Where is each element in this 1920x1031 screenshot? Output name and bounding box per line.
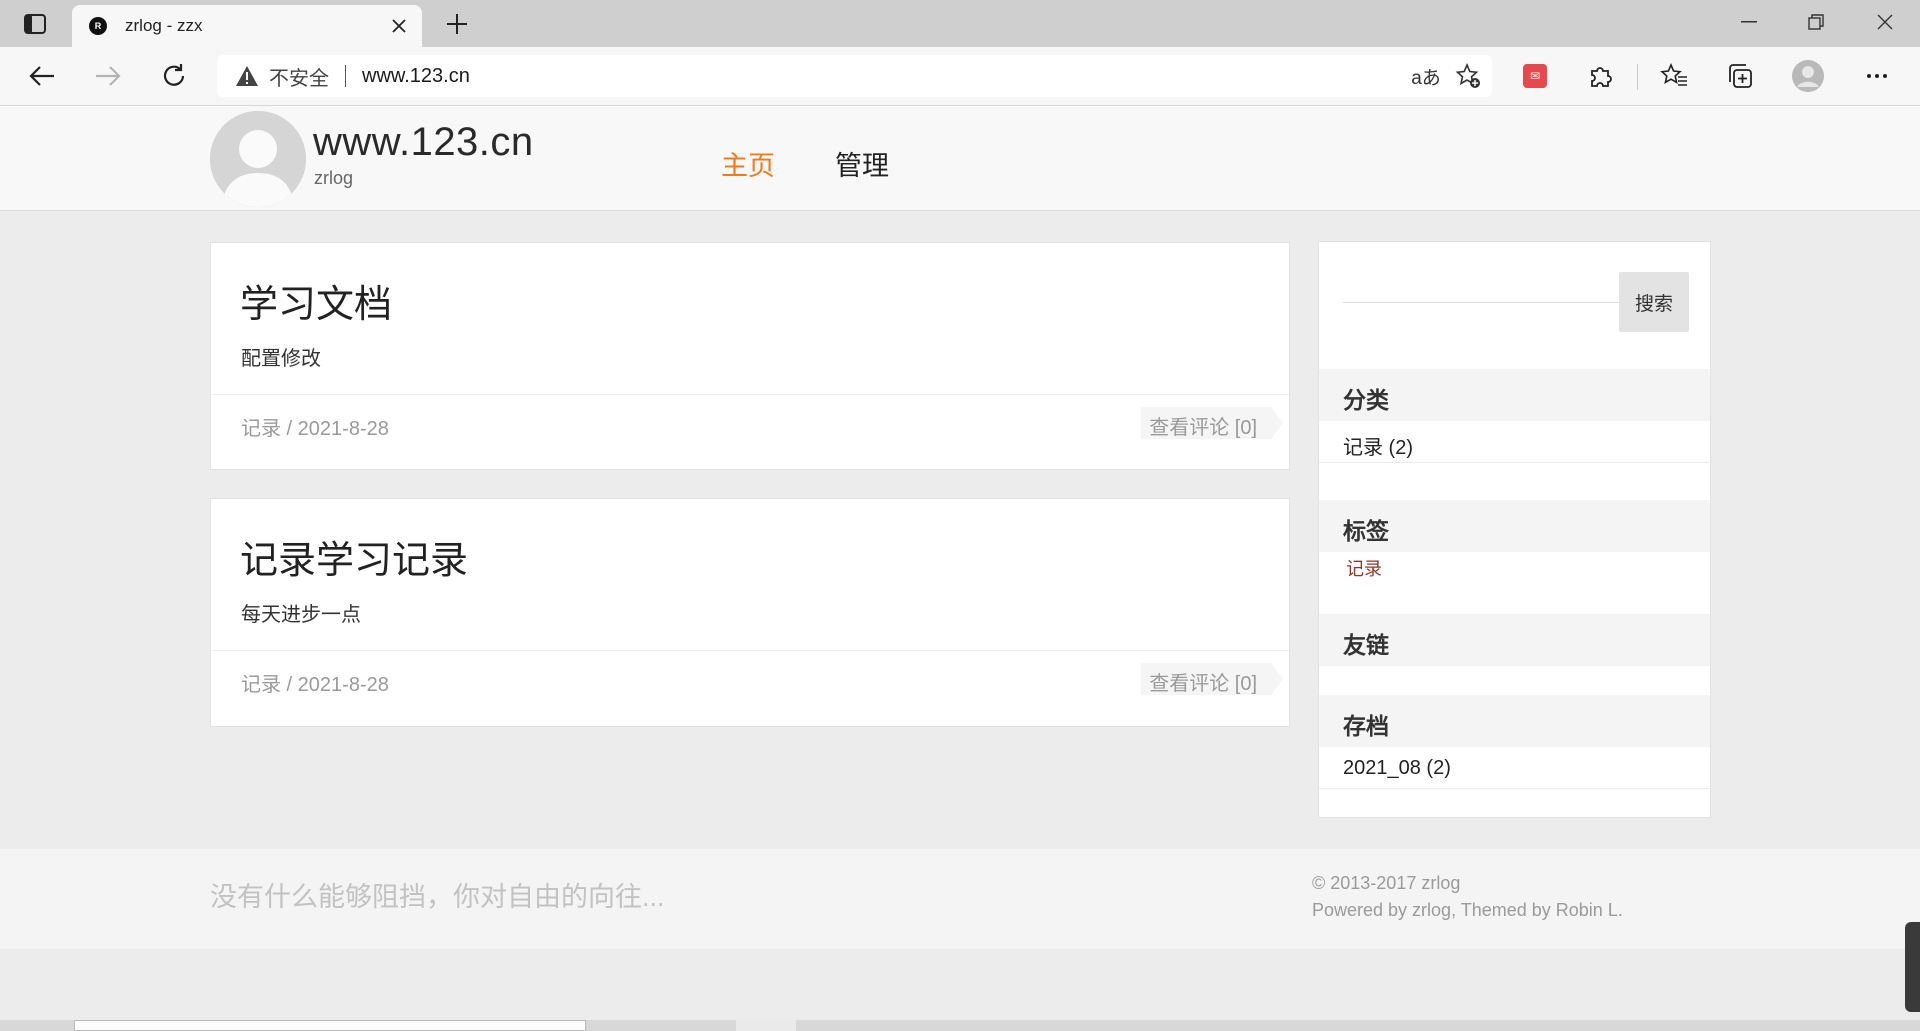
post-card: 学习文档 配置修改 记录 / 2021-8-28 查看评论 [0] — [210, 242, 1290, 470]
site-subtitle: zrlog — [314, 168, 354, 188]
post-card: 记录学习记录 每天进步一点 记录 / 2021-8-28 查看评论 [0] — [210, 498, 1290, 727]
address-divider — [345, 65, 346, 87]
widget-header-tags: 标签 — [1319, 500, 1710, 552]
widget-header-archives: 存档 — [1319, 695, 1710, 747]
page-content: www.123.cn zrlog 主页 管理 学习文档 配置修改 记录 / 20… — [0, 106, 1920, 1031]
view-comments-link[interactable]: 查看评论 [0] — [1141, 407, 1283, 439]
toolbar-divider — [1637, 64, 1638, 90]
sidebar: 搜索 分类 记录 (2) 标签 记录 友链 存档 2021_08 (2) — [1318, 241, 1711, 818]
forward-arrow-icon[interactable] — [88, 57, 128, 95]
post-meta[interactable]: 记录 / 2021-8-28 — [241, 412, 389, 441]
profile-avatar-icon[interactable] — [1788, 57, 1828, 95]
new-tab-icon[interactable] — [440, 8, 474, 40]
post-summary: 每天进步一点 — [241, 604, 361, 626]
category-item[interactable]: 记录 (2) — [1343, 431, 1413, 460]
post-title[interactable]: 记录学习记录 — [240, 529, 468, 584]
taskbar-search-box[interactable] — [74, 1020, 586, 1031]
widget-header-categories: 分类 — [1319, 369, 1710, 421]
extensions-puzzle-icon[interactable] — [1581, 57, 1621, 95]
taskbar — [0, 1020, 1920, 1031]
widget-title: 存档 — [1343, 713, 1389, 739]
nav-home[interactable]: 主页 — [721, 144, 775, 183]
nav-admin[interactable]: 管理 — [835, 144, 889, 183]
more-options-icon[interactable] — [1857, 57, 1897, 95]
extension-red-icon[interactable]: ✉ — [1515, 57, 1555, 95]
taskbar-item[interactable] — [736, 1020, 796, 1031]
post-title[interactable]: 学习文档 — [240, 273, 392, 328]
read-aloud-icon[interactable]: aあ — [1410, 61, 1442, 91]
post-summary: 配置修改 — [241, 348, 321, 370]
post-meta[interactable]: 记录 / 2021-8-28 — [241, 668, 389, 697]
widget-title: 分类 — [1343, 387, 1389, 413]
add-favorite-icon[interactable] — [1452, 61, 1484, 91]
back-arrow-icon[interactable] — [22, 57, 62, 95]
footer-copyright: © 2013-2017 zrlog — [1312, 873, 1461, 893]
favorites-icon[interactable] — [1654, 57, 1694, 95]
search-button[interactable]: 搜索 — [1619, 272, 1689, 332]
address-bar[interactable]: 不安全 www.123.cn aあ — [217, 55, 1492, 97]
zrlog-favicon-icon: R — [89, 17, 107, 35]
avatar[interactable] — [210, 111, 306, 207]
widget-header-links: 友链 — [1319, 614, 1710, 666]
minimize-icon[interactable] — [1716, 0, 1782, 44]
tab-actions-icon[interactable] — [18, 10, 52, 38]
site-footer: 没有什么能够阻挡，你对自由的向往... © 2013-2017 zrlog Po… — [0, 849, 1920, 949]
collections-icon[interactable] — [1720, 57, 1760, 95]
widget-title: 友链 — [1343, 632, 1389, 658]
footer-slogan: 没有什么能够阻挡，你对自由的向往... — [210, 882, 665, 912]
post-divider — [211, 394, 1289, 395]
widget-title: 标签 — [1343, 518, 1389, 544]
url-text[interactable]: www.123.cn — [362, 65, 470, 88]
tag-link[interactable]: 记录 — [1346, 555, 1382, 581]
post-divider — [211, 650, 1289, 651]
floating-side-widget[interactable] — [1905, 922, 1920, 1012]
widget-divider — [1319, 462, 1710, 463]
close-window-icon[interactable] — [1852, 0, 1918, 44]
browser-tab-bar: R zrlog - zzx — [0, 0, 1920, 47]
view-comments-link[interactable]: 查看评论 [0] — [1141, 663, 1283, 695]
tab-close-icon[interactable] — [388, 15, 410, 37]
archive-item[interactable]: 2021_08 (2) — [1343, 757, 1451, 780]
widget-divider — [1319, 788, 1710, 789]
refresh-icon[interactable] — [154, 57, 194, 95]
insecure-label[interactable]: 不安全 — [269, 62, 329, 91]
browser-tab[interactable]: R zrlog - zzx — [72, 5, 422, 47]
footer-powered-by[interactable]: Powered by zrlog, Themed by Robin L. — [1312, 900, 1623, 921]
site-title[interactable]: www.123.cn — [313, 120, 534, 165]
browser-toolbar: 不安全 www.123.cn aあ ✉ — [0, 47, 1920, 106]
warning-icon[interactable] — [235, 65, 259, 87]
restore-icon[interactable] — [1783, 0, 1849, 44]
tab-title: zrlog - zzx — [125, 16, 203, 35]
search-input[interactable] — [1343, 302, 1638, 303]
site-header: www.123.cn zrlog 主页 管理 — [0, 106, 1920, 211]
